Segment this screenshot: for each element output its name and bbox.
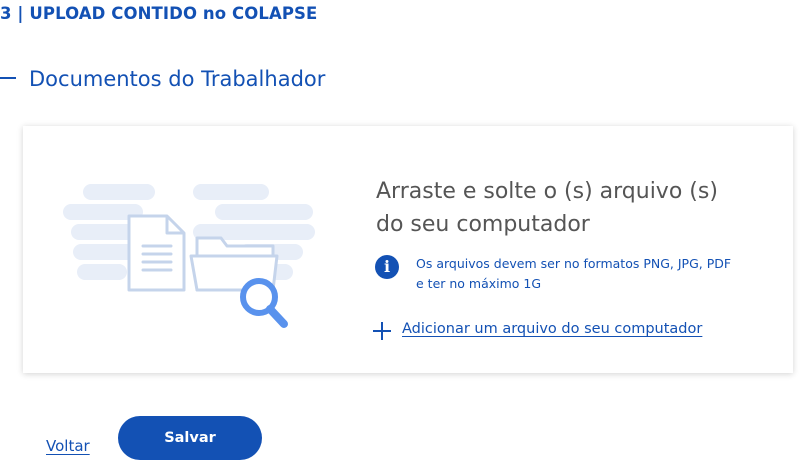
section-title[interactable]: Documentos do Trabalhador <box>29 67 325 91</box>
upload-page: 3 | UPLOAD CONTIDO no COLAPSE Documentos… <box>0 0 802 468</box>
drop-instructions-line1: Arraste e solte o (s) arquivo (s) <box>376 179 718 204</box>
plus-icon[interactable] <box>373 322 391 340</box>
file-drop-zone[interactable]: Arraste e solte o (s) arquivo (s) do seu… <box>23 126 793 373</box>
file-requirements: i Os arquivos devem ser no formatos PNG,… <box>375 254 736 294</box>
section-collapse-header[interactable]: Documentos do Trabalhador <box>0 64 325 94</box>
add-file-button[interactable]: Adicionar um arquivo do seu computador <box>373 318 702 340</box>
drop-instructions-line2: do seu computador <box>376 212 590 237</box>
collapse-minus-icon[interactable] <box>0 64 16 94</box>
drop-instructions: Arraste e solte o (s) arquivo (s) do seu… <box>376 175 736 241</box>
info-icon: i <box>375 255 399 279</box>
back-link[interactable]: Voltar <box>46 437 90 455</box>
file-requirements-text: Os arquivos devem ser no formatos PNG, J… <box>416 256 732 291</box>
step-title: 3 | UPLOAD CONTIDO no COLAPSE <box>0 4 318 23</box>
documents-folder-search-illustration <box>63 184 315 328</box>
save-button[interactable]: Salvar <box>118 416 262 460</box>
add-file-link[interactable]: Adicionar um arquivo do seu computador <box>402 321 702 337</box>
